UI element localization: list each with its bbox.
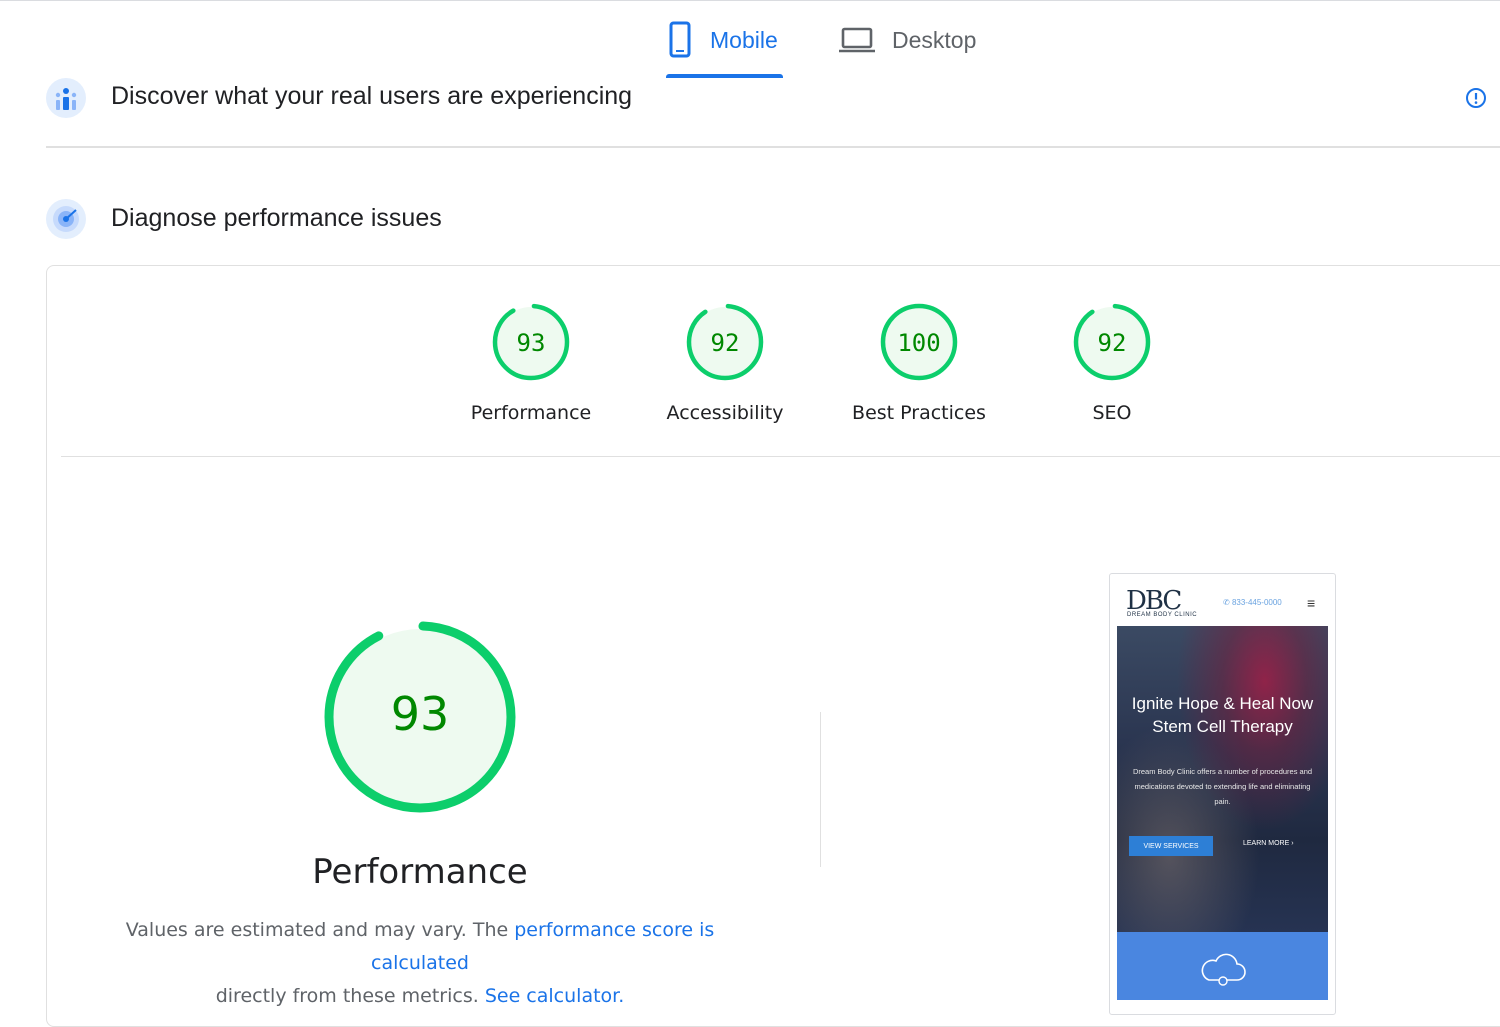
gauge-accessibility[interactable]: 92 Accessibility: [645, 302, 805, 424]
vertical-divider: [820, 712, 821, 867]
site-view-services-button: VIEW SERVICES: [1129, 836, 1213, 856]
score-value: 100: [897, 329, 940, 357]
gauge-label: Best Practices: [852, 402, 986, 424]
hamburger-menu-icon: ≡: [1307, 595, 1316, 611]
phone-icon: ✆: [1223, 598, 1232, 607]
site-learn-more-link: LEARN MORE ›: [1243, 840, 1294, 847]
site-phone: ✆ 833-445-0000: [1223, 598, 1282, 607]
smartphone-icon: [669, 21, 691, 58]
main-gauge-title: Performance: [312, 852, 528, 892]
score-gauge: 92: [686, 303, 764, 381]
site-body-text: Dream Body Clinic offers a number of pro…: [1132, 767, 1313, 806]
site-logo-subtitle: DREAM BODY CLINIC: [1127, 612, 1198, 618]
score-description: Values are estimated and may vary. The p…: [80, 914, 760, 1013]
gauge-label: Performance: [470, 402, 592, 424]
main-score-value: 93: [391, 687, 450, 741]
gauge-performance[interactable]: 93 Performance: [451, 302, 611, 424]
score-value: 93: [517, 329, 546, 357]
radar-icon: [46, 199, 86, 239]
card-divider: [61, 456, 1500, 457]
gauge-label: SEO: [1092, 402, 1132, 424]
site-hero: Ignite Hope & Heal Now Stem Cell Therapy…: [1117, 626, 1328, 932]
laptop-icon: [839, 27, 875, 53]
gauge-seo[interactable]: 92 SEO: [1032, 302, 1192, 424]
crux-section-title: Discover what your real users are experi…: [111, 82, 633, 110]
lighthouse-section-title: Diagnose performance issues: [111, 204, 442, 232]
cloud-settings-icon: [1201, 953, 1246, 986]
see-calculator-link[interactable]: See calculator.: [485, 985, 624, 1007]
site-headline: Ignite Hope & Heal Now Stem Cell Therapy: [1131, 694, 1314, 736]
description-text: Values are estimated and may vary. The: [125, 919, 515, 941]
section-divider: [46, 146, 1500, 148]
score-gauge: 93: [492, 303, 570, 381]
score-value: 92: [711, 329, 740, 357]
site-footer-bar: [1117, 932, 1328, 1000]
gauge-label: Accessibility: [666, 402, 784, 424]
users-chart-icon: [46, 78, 86, 118]
tab-mobile[interactable]: Mobile: [666, 20, 778, 60]
performance-main-gauge: 93: [324, 621, 516, 813]
top-border: [0, 0, 1500, 1]
tab-desktop[interactable]: Desktop: [838, 20, 976, 60]
site-phone-number: 833-445-0000: [1231, 598, 1282, 607]
gauge-best-practices[interactable]: 100 Best Practices: [839, 302, 999, 424]
info-icon[interactable]: [1465, 87, 1487, 109]
active-tab-indicator: [666, 74, 783, 78]
score-gauge: 92: [1073, 303, 1151, 381]
description-text: directly from these metrics.: [215, 985, 485, 1007]
tab-mobile-label: Mobile: [710, 26, 778, 53]
final-screenshot: DBC DREAM BODY CLINIC ✆ 833-445-0000 ≡ I…: [1109, 573, 1336, 1015]
score-value: 92: [1098, 329, 1127, 357]
tab-desktop-label: Desktop: [892, 26, 977, 53]
score-gauge: 100: [880, 303, 958, 381]
